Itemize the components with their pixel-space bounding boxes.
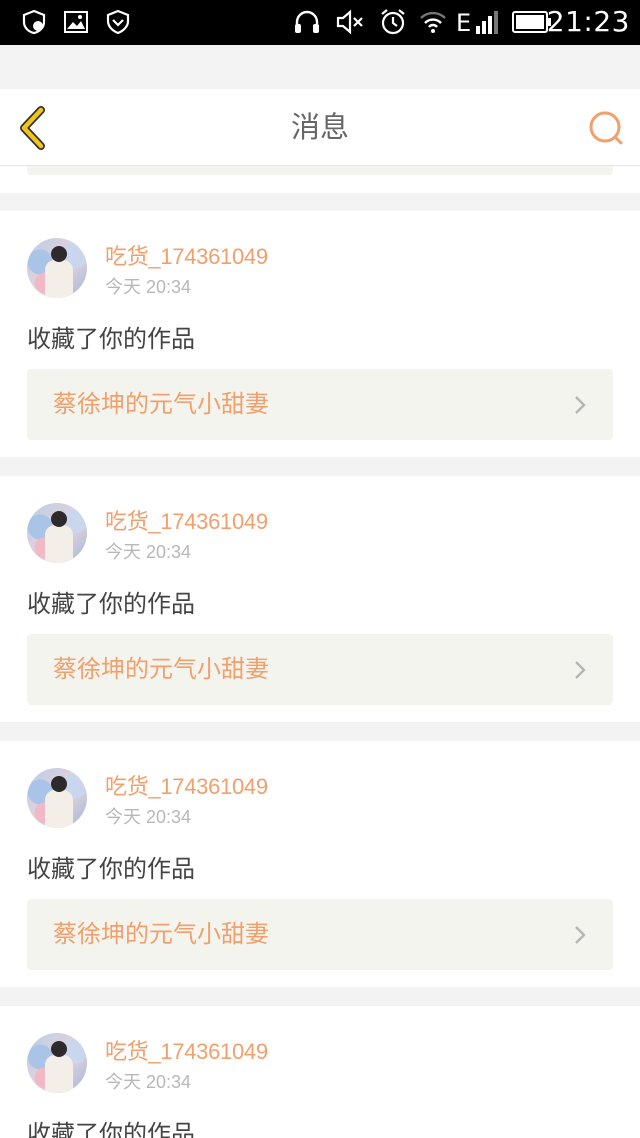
timestamp: 今天 20:34 [105,542,192,562]
work-link[interactable]: 蔡徐坤的元气小甜妻 [27,634,613,705]
chevron-right-icon [575,396,586,414]
alarm-icon [378,8,408,36]
timestamp: 今天 20:34 [105,277,192,297]
shield-notification-icon [20,8,48,36]
wifi-icon [418,8,448,36]
nav-bar: 消息 [0,89,640,166]
previous-card-cutoff [0,166,640,193]
vpn-shield-icon [104,8,132,36]
username[interactable]: 吃货_174361049 [105,504,268,536]
avatar[interactable] [27,503,87,563]
avatar[interactable] [27,1033,87,1093]
message-card: 吃货_174361049 今天 20:34 收藏了你的作品 蔡徐坤的元气小甜妻 [0,476,640,722]
username[interactable]: 吃货_174361049 [105,239,268,271]
work-title: 蔡徐坤的元气小甜妻 [53,655,269,683]
previous-work-link-cutoff [27,166,613,175]
search-icon [589,111,623,145]
header-gap [0,45,640,89]
chevron-right-icon [575,661,586,679]
timestamp: 今天 20:34 [105,807,192,827]
work-title: 蔡徐坤的元气小甜妻 [53,390,269,418]
search-button[interactable] [586,109,626,149]
status-bar: E 21:23 [0,0,640,45]
avatar[interactable] [27,768,87,828]
action-text: 收藏了你的作品 [27,1120,195,1138]
work-link[interactable]: 蔡徐坤的元气小甜妻 [27,899,613,970]
action-text: 收藏了你的作品 [27,325,195,353]
status-time: 21:23 [546,5,630,38]
message-card: 吃货_174361049 今天 20:34 收藏了你的作品 蔡徐坤的元气小甜妻 [0,741,640,987]
message-card: 吃货_174361049 今天 20:34 收藏了你的作品 [0,1006,640,1138]
timestamp: 今天 20:34 [105,1072,192,1092]
avatar[interactable] [27,238,87,298]
username[interactable]: 吃货_174361049 [105,1034,268,1066]
page-title: 消息 [290,110,349,144]
action-text: 收藏了你的作品 [27,590,195,618]
work-link[interactable]: 蔡徐坤的元气小甜妻 [27,369,613,440]
svg-text:E: E [456,9,471,36]
headphones-icon [292,8,322,36]
chevron-right-icon [575,926,586,944]
mute-icon [334,8,366,36]
signal-e-icon: E [456,8,502,36]
message-card: 吃货_174361049 今天 20:34 收藏了你的作品 蔡徐坤的元气小甜妻 [0,211,640,457]
action-text: 收藏了你的作品 [27,855,195,883]
work-title: 蔡徐坤的元气小甜妻 [53,920,269,948]
username[interactable]: 吃货_174361049 [105,769,268,801]
image-icon [62,8,90,36]
